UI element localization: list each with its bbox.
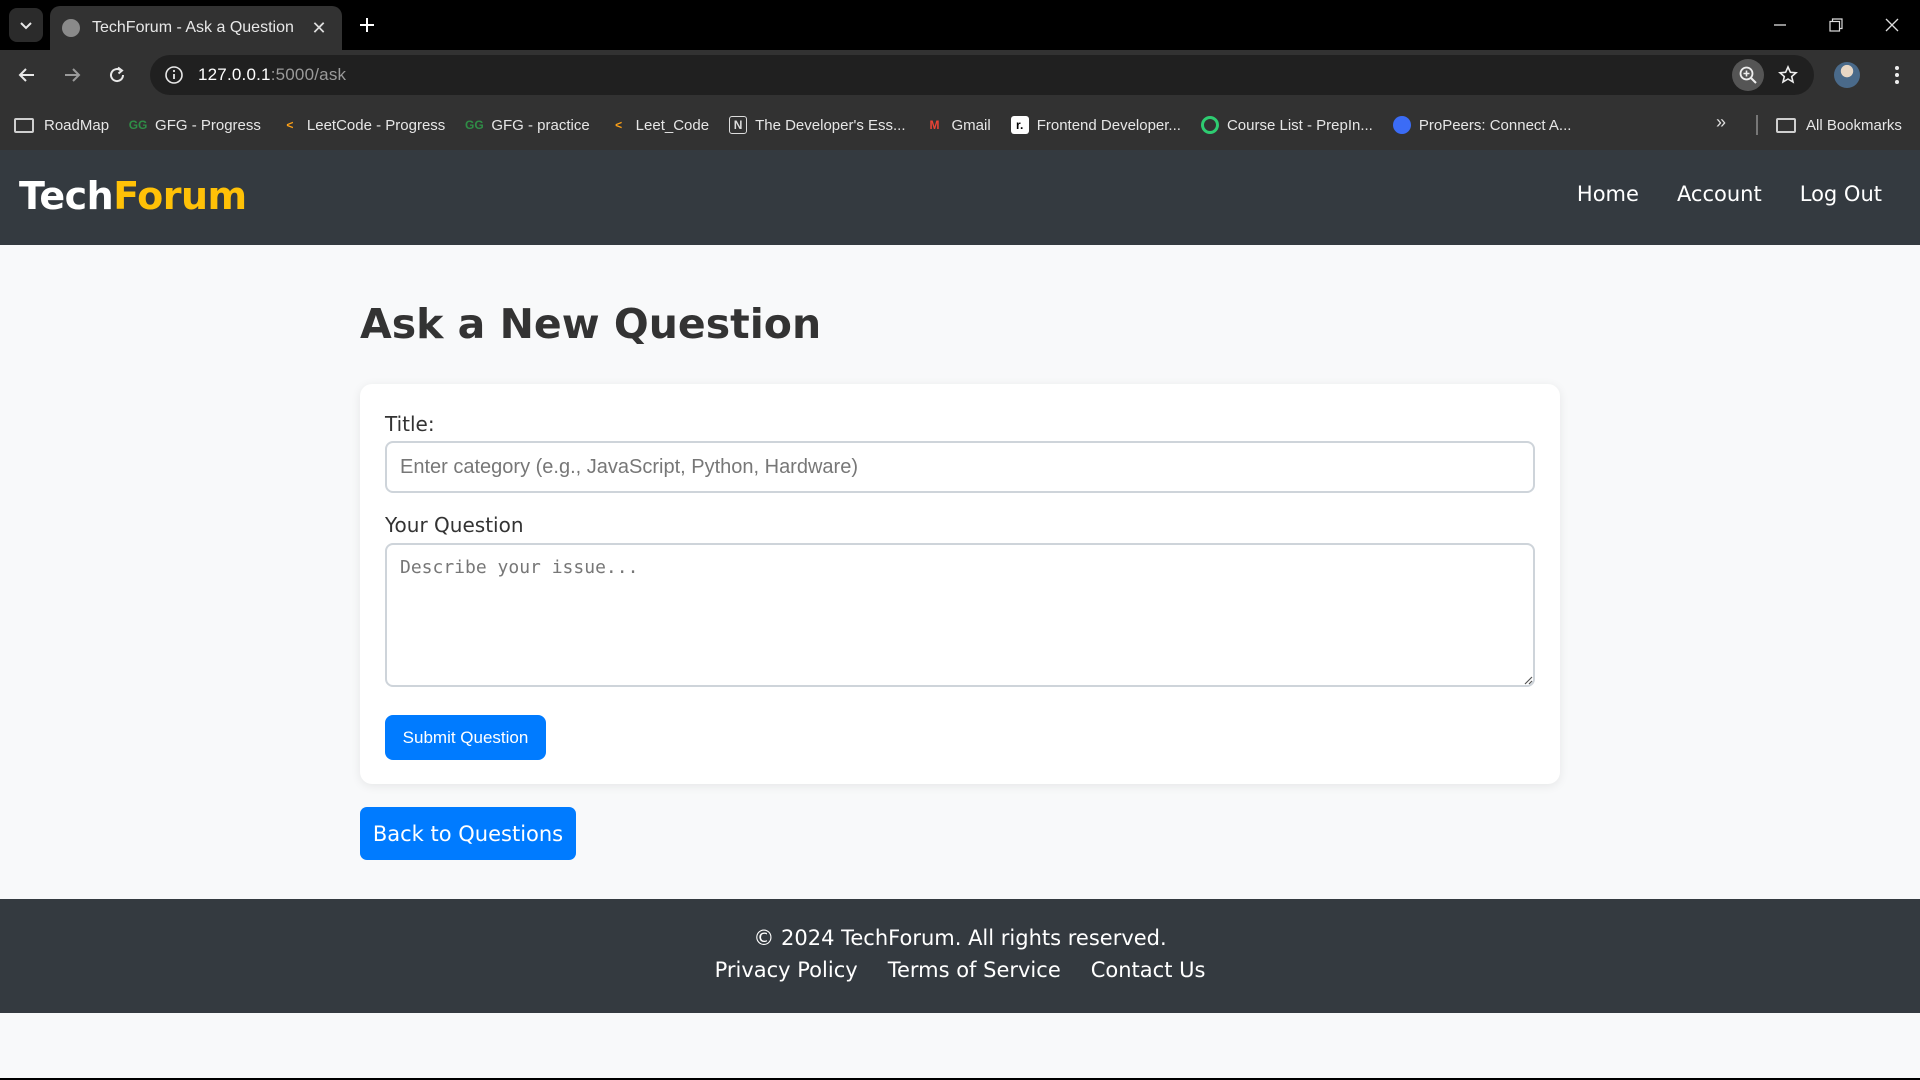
url-host: 127.0.0.1 (198, 65, 271, 84)
gfg-icon: GG (128, 118, 148, 132)
bookmark-label: Frontend Developer... (1036, 116, 1181, 134)
bookmark-label: LeetCode - Progress (306, 116, 446, 134)
bookmark-label: GFG - practice (491, 116, 590, 134)
bookmark-item[interactable]: r. Frontend Developer... (1010, 116, 1181, 134)
more-vertical-icon (1895, 66, 1899, 84)
tab-title: TechForum - Ask a Question (92, 19, 294, 36)
zoom-button[interactable] (1732, 59, 1764, 91)
title-input[interactable] (385, 441, 1535, 493)
logo-primary: Tech (19, 174, 114, 218)
close-icon (1885, 18, 1899, 32)
nav-home-link[interactable]: Home (1577, 182, 1639, 206)
question-label: Your Question (385, 513, 524, 537)
copyright-text: © 2024 TechForum. All rights reserved. (753, 926, 1167, 950)
title-label: Title: (385, 412, 435, 436)
url-path: :5000/ask (270, 65, 347, 84)
arrow-left-icon (18, 68, 34, 82)
back-to-questions-button[interactable]: Back to Questions (360, 807, 576, 860)
url-text: 127.0.0.1:5000/ask (198, 65, 346, 85)
nav-account-link[interactable]: Account (1677, 182, 1762, 206)
notion-icon: N (729, 116, 748, 134)
contact-us-link[interactable]: Contact Us (1091, 958, 1206, 982)
star-icon (1778, 65, 1798, 84)
bookmark-item[interactable]: GG GFG - Progress (129, 116, 261, 134)
page-viewport: TechForum Home Account Log Out Ask a New… (0, 150, 1920, 1080)
page-title: Ask a New Question (360, 300, 822, 348)
gmail-icon: M (929, 118, 940, 132)
globe-icon (62, 19, 80, 37)
reload-icon (110, 66, 125, 83)
browser-toolbar: 127.0.0.1:5000/ask (0, 50, 1920, 100)
bookmark-item[interactable]: GG GFG - practice (464, 116, 590, 134)
privacy-policy-link[interactable]: Privacy Policy (715, 958, 858, 982)
bookmark-label: Course List - PrepIn... (1226, 116, 1373, 134)
all-bookmarks-button[interactable]: All Bookmarks (1776, 100, 1902, 150)
restore-button[interactable] (1808, 0, 1864, 50)
bookmark-item[interactable]: RoadMap (14, 117, 109, 134)
prepinsta-icon (1200, 116, 1219, 134)
reload-button[interactable] (100, 58, 134, 92)
plus-icon (360, 18, 374, 32)
footer-links: Privacy Policy Terms of Service Contact … (0, 958, 1920, 982)
close-icon[interactable]: ✕ (308, 18, 330, 39)
gfg-icon: GG (464, 118, 484, 132)
bookmark-label: The Developer's Ess... (755, 116, 906, 134)
question-textarea[interactable] (385, 543, 1535, 687)
chevron-double-right-icon[interactable]: » (1716, 112, 1726, 133)
restore-icon (1829, 18, 1843, 32)
roadmap-icon: r. (1010, 116, 1029, 134)
logo-accent: Forum (113, 174, 247, 218)
browser-tab-bar: TechForum - Ask a Question ✕ (0, 0, 1920, 50)
bookmark-item[interactable]: Course List - PrepIn... (1200, 116, 1373, 134)
chevron-down-icon (20, 22, 32, 30)
window-controls (1752, 0, 1920, 50)
address-bar[interactable]: 127.0.0.1:5000/ask (150, 55, 1814, 95)
resize-handle-icon[interactable] (1523, 675, 1533, 685)
main-nav: Home Account Log Out (1577, 182, 1882, 206)
bookmark-item[interactable]: N The Developer's Ess... (729, 116, 906, 134)
close-window-button[interactable] (1864, 0, 1920, 50)
terms-of-service-link[interactable]: Terms of Service (888, 958, 1061, 982)
all-bookmarks-label: All Bookmarks (1806, 116, 1902, 134)
site-logo[interactable]: TechForum (19, 174, 247, 218)
site-footer: © 2024 TechForum. All rights reserved. P… (0, 899, 1920, 1013)
bookmark-item[interactable]: < LeetCode - Progress (281, 116, 445, 134)
submit-question-button[interactable]: Submit Question (385, 715, 546, 760)
bookmark-label: ProPeers: Connect A... (1418, 116, 1572, 134)
tab-search-button[interactable] (9, 8, 43, 42)
folder-icon (1776, 117, 1796, 133)
folder-icon (14, 117, 34, 133)
minimize-button[interactable] (1752, 0, 1808, 50)
bookmark-label: GFG - Progress (155, 116, 261, 134)
forward-nav-button[interactable] (55, 58, 89, 92)
site-header: TechForum Home Account Log Out (0, 150, 1920, 245)
profile-avatar[interactable] (1834, 62, 1860, 88)
bookmarks-divider (1756, 115, 1758, 135)
zoom-icon (1739, 66, 1757, 84)
arrow-right-icon (65, 68, 81, 82)
ask-question-form: Title: Your Question Submit Question (360, 384, 1560, 784)
bookmark-item[interactable]: ProPeers: Connect A... (1392, 116, 1572, 134)
active-tab[interactable]: TechForum - Ask a Question ✕ (50, 6, 342, 50)
bookmark-item[interactable]: M Gmail (926, 116, 991, 134)
bookmark-label: Gmail (951, 116, 991, 134)
bookmark-label: RoadMap (44, 116, 110, 134)
site-info-icon[interactable] (164, 65, 184, 85)
browser-menu-button[interactable] (1880, 58, 1914, 92)
bookmark-item[interactable]: < Leet_Code (610, 116, 709, 134)
leetcode-icon: < (286, 118, 294, 132)
propeers-icon (1392, 116, 1411, 134)
nav-logout-link[interactable]: Log Out (1800, 182, 1882, 206)
new-tab-button[interactable] (352, 10, 382, 40)
back-nav-button[interactable] (10, 58, 44, 92)
leetcode-icon: < (615, 118, 623, 132)
bookmark-star-button[interactable] (1772, 59, 1804, 91)
bookmarks-bar: RoadMap GG GFG - Progress < LeetCode - Pro… (0, 100, 1920, 150)
bookmark-label: Leet_Code (635, 116, 710, 134)
minimize-icon (1774, 24, 1786, 26)
